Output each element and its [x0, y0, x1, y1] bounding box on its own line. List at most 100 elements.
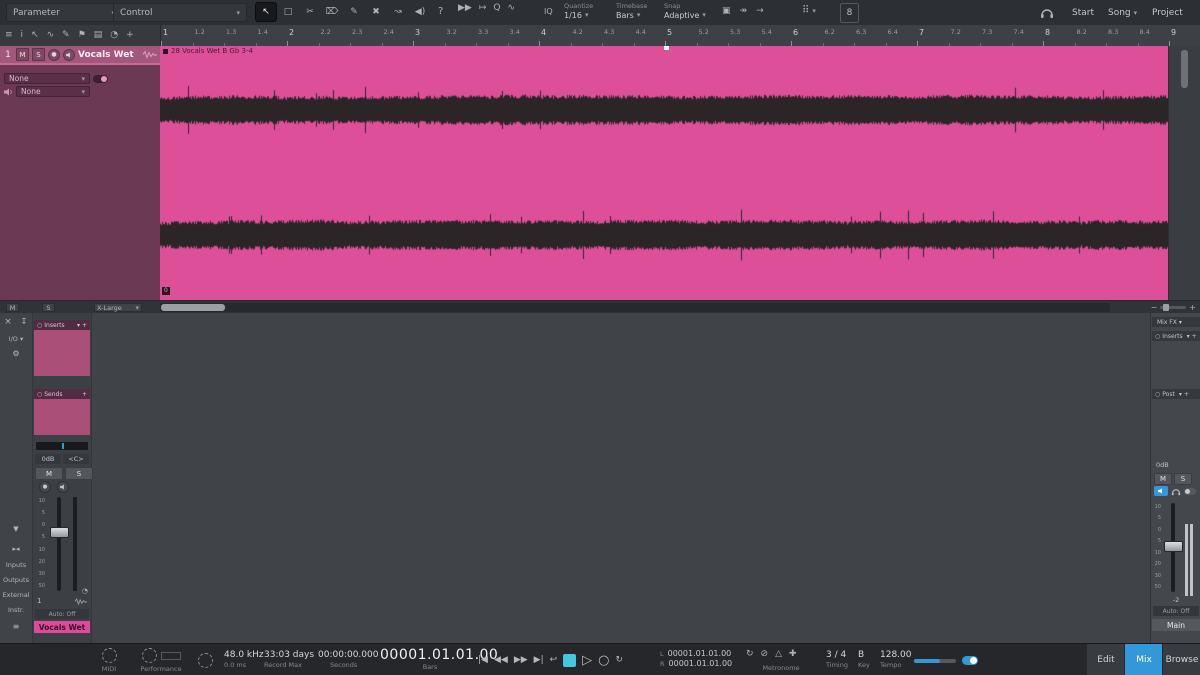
- external-tab[interactable]: External: [0, 591, 32, 599]
- power-icon[interactable]: ○: [37, 322, 42, 329]
- instruments-tab[interactable]: Instr.: [0, 606, 32, 614]
- add-icon[interactable]: +: [82, 391, 87, 398]
- monitor-speaker-button[interactable]: [1154, 486, 1168, 496]
- gain-readout[interactable]: 0dB: [35, 454, 61, 464]
- cue-out-dropdown[interactable]: None ▾: [16, 86, 90, 97]
- vertical-scrollbar[interactable]: [1168, 46, 1200, 300]
- marker-icon[interactable]: ⚑: [78, 31, 86, 40]
- bend-tool[interactable]: ↝: [388, 3, 408, 21]
- stop-button[interactable]: [563, 653, 577, 667]
- monitor-button[interactable]: [63, 48, 75, 61]
- power-icon[interactable]: ○: [1155, 391, 1160, 398]
- snap-control[interactable]: Snap Adaptive ▾: [664, 2, 706, 20]
- time-signature[interactable]: 3 / 4 Timing: [826, 650, 848, 669]
- quantize-control[interactable]: Quantize 1/16 ▾: [564, 2, 593, 20]
- autopunch-icon[interactable]: ⊘: [761, 650, 769, 659]
- inputs-tab[interactable]: Inputs: [0, 561, 32, 569]
- mute-button[interactable]: M: [16, 48, 29, 61]
- project-page-button[interactable]: Project: [1152, 8, 1183, 18]
- eraser-tool[interactable]: ⌦: [322, 3, 342, 21]
- play-overlap-icon[interactable]: ▶▶: [458, 4, 472, 13]
- start-page-button[interactable]: Start: [1072, 8, 1094, 18]
- zoom-slider[interactable]: [1160, 304, 1187, 311]
- fader-track[interactable]: [57, 497, 61, 591]
- tempo[interactable]: 128.00 Tempo: [880, 650, 912, 669]
- timeline-ruler[interactable]: 1 1.2 1.3 1.4 2 2.2 2.3 2.4 3 3.2 3.3 3.4 4 4.2 4.3 4.4…: [160, 25, 1200, 46]
- track-header[interactable]: 1 M S ● Vocals Wet: [0, 46, 160, 65]
- horizontal-scrollbar[interactable]: [160, 303, 1110, 312]
- mute-button[interactable]: M: [1154, 473, 1172, 485]
- zoom-in-button[interactable]: +: [1189, 303, 1196, 312]
- range-tool[interactable]: □: [278, 3, 298, 21]
- headphone-icon[interactable]: [1171, 487, 1181, 496]
- headphone-icon[interactable]: [1040, 6, 1054, 19]
- channel-name-label[interactable]: Vocals Wet: [34, 621, 90, 633]
- grid-view-button[interactable]: ⠿ ▾: [802, 6, 816, 16]
- audio-event-region[interactable]: 28 Vocals Wet B Gb 3-4 0: [160, 46, 1168, 300]
- mute-tool[interactable]: ✖: [366, 3, 386, 21]
- timebase-control[interactable]: Timebase Bars ▾: [616, 2, 647, 20]
- metronome-toggle[interactable]: [962, 656, 978, 665]
- layers-icon[interactable]: ▤: [94, 31, 103, 40]
- mute-button[interactable]: M: [35, 467, 63, 480]
- loop-button[interactable]: ↻: [616, 655, 624, 665]
- track-insert-dropdown[interactable]: None ▾: [4, 73, 90, 84]
- primary-time-display[interactable]: 00001.01.01.00 Bars: [380, 647, 498, 671]
- spatial-icon[interactable]: ◔: [82, 588, 88, 595]
- arrow-right-icon[interactable]: →: [756, 7, 764, 16]
- add-icon[interactable]: +: [1184, 391, 1189, 398]
- info-icon[interactable]: i: [21, 31, 24, 40]
- edit-view-button[interactable]: Edit: [1086, 644, 1125, 675]
- curve-icon[interactable]: ∿: [47, 31, 55, 40]
- mono-toggle[interactable]: [1184, 487, 1196, 495]
- sends-header[interactable]: ○ Sends +: [34, 389, 90, 399]
- pan-slider[interactable]: [36, 442, 88, 450]
- solo-button[interactable]: S: [32, 48, 45, 61]
- secondary-time-display[interactable]: 00:00:00.000 Seconds: [318, 650, 378, 669]
- inserts-header[interactable]: ○ Inserts ▾ +: [1152, 331, 1200, 341]
- scrollbar-handle[interactable]: [161, 304, 225, 311]
- pencil-icon[interactable]: ✎: [62, 31, 70, 40]
- sends-slot[interactable]: [34, 399, 90, 435]
- cache-knob-icon[interactable]: [198, 653, 213, 668]
- listen-tool[interactable]: ◀): [410, 3, 430, 21]
- automation-mode-button[interactable]: Auto: Off: [35, 609, 89, 619]
- zoom-icon[interactable]: Q: [493, 4, 500, 13]
- power-icon[interactable]: ○: [1155, 333, 1160, 340]
- pan-readout[interactable]: <C>: [63, 454, 89, 464]
- paint-tool[interactable]: ✎: [344, 3, 364, 21]
- play-button[interactable]: ▷: [582, 654, 592, 667]
- key-signature[interactable]: B Key: [858, 650, 870, 669]
- goto-start-button[interactable]: |◀: [478, 655, 488, 665]
- help-button[interactable]: ?: [438, 7, 443, 17]
- monitor-button[interactable]: [57, 481, 69, 493]
- metronome-volume-slider[interactable]: [914, 659, 956, 663]
- wrench-icon[interactable]: ⚙: [0, 349, 32, 358]
- input-quantize-button[interactable]: IQ: [544, 8, 553, 16]
- inserts-header[interactable]: ○ Inserts ▾ +: [34, 320, 90, 330]
- timer-icon[interactable]: ◔: [110, 31, 118, 40]
- gain-readout[interactable]: 0dB: [1156, 461, 1169, 469]
- forward-button[interactable]: ▶▶: [514, 655, 528, 665]
- parameter-dropdown[interactable]: Parameter ▾: [6, 3, 122, 22]
- solo-button[interactable]: S: [1174, 473, 1192, 485]
- mixfx-header[interactable]: Mix FX ▾: [1152, 317, 1200, 327]
- browse-view-button[interactable]: Browse: [1162, 644, 1200, 675]
- fader-handle[interactable]: [1164, 541, 1183, 552]
- record-button[interactable]: ○: [598, 654, 609, 667]
- scrollbar-handle[interactable]: [1181, 50, 1188, 88]
- loop-range[interactable]: L 00001.01.01.00 R 00001.01.01.00: [660, 650, 732, 668]
- song-page-button[interactable]: Song ▾: [1108, 8, 1137, 18]
- list-icon[interactable]: ≡: [0, 622, 32, 631]
- autoscroll-icon[interactable]: ↦: [479, 4, 487, 13]
- swing-icon[interactable]: ∿: [507, 4, 515, 13]
- clip-gain-badge[interactable]: 0: [162, 287, 170, 295]
- split-tool[interactable]: ✂: [300, 3, 320, 21]
- io-button[interactable]: I/O ▾: [0, 335, 32, 343]
- precount-icon[interactable]: ✚: [789, 650, 797, 659]
- record-arm-button[interactable]: ●: [48, 48, 60, 61]
- collapse-down-icon[interactable]: ▼: [0, 525, 32, 533]
- fader-handle[interactable]: [50, 527, 69, 538]
- return-button[interactable]: ↩: [550, 655, 558, 665]
- peak-readout[interactable]: -2: [1151, 596, 1200, 604]
